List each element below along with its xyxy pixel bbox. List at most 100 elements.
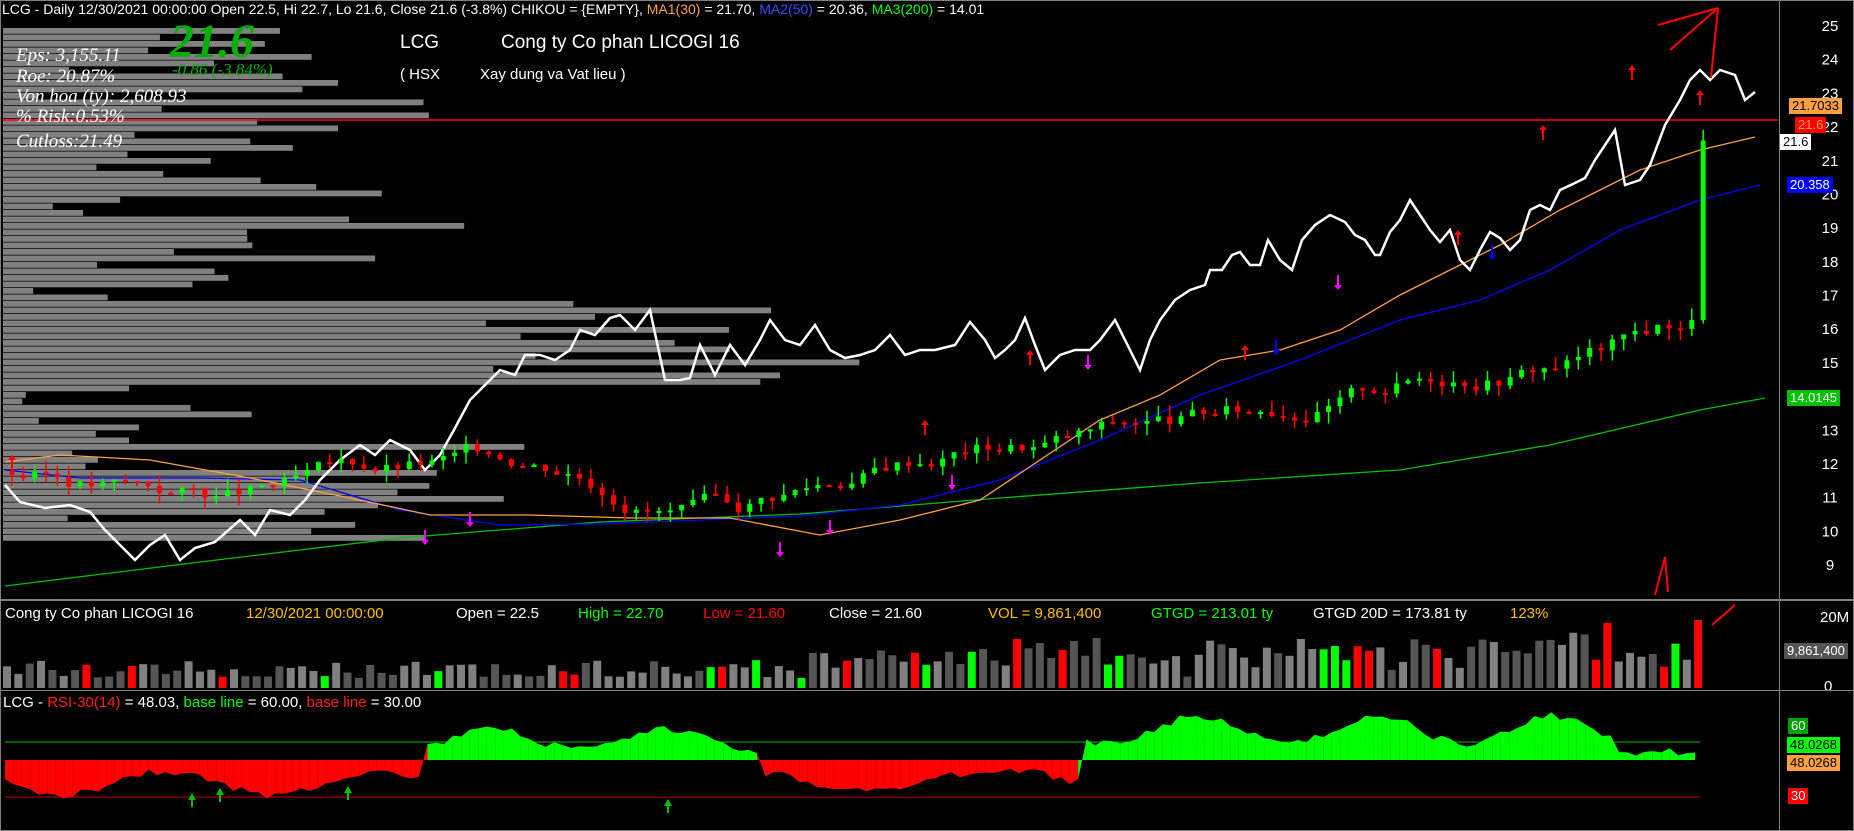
candle-body xyxy=(497,454,503,460)
candle-body xyxy=(1189,409,1195,417)
volume-profile-bar xyxy=(3,515,68,522)
volume-profile-bar xyxy=(3,158,211,164)
candle-body xyxy=(1621,334,1627,340)
candle-body xyxy=(1178,416,1184,424)
signal-arrow-head xyxy=(1334,285,1342,290)
signal-arrow-head xyxy=(1026,350,1034,355)
ma2-price-tag: 20.358 xyxy=(1787,177,1833,193)
risk-text: % Risk:0.53% xyxy=(16,106,125,127)
candle-body xyxy=(1121,422,1127,425)
volume-profile-bar xyxy=(3,249,174,255)
vol-close: Close = 21.60 xyxy=(829,605,922,622)
eps-text: Eps: 3,155.11 xyxy=(16,45,121,66)
candle-body xyxy=(781,494,787,501)
candle-body xyxy=(213,496,219,499)
candle-body xyxy=(735,502,741,512)
price-axis-tick: 18 xyxy=(1822,254,1839,271)
candle-body xyxy=(1507,377,1513,386)
candle-body xyxy=(32,471,38,479)
rsi-base1-value: = 60.00, xyxy=(243,694,307,711)
candle-body xyxy=(111,479,117,483)
candle-body xyxy=(1087,429,1093,432)
company-ticker: LCG xyxy=(400,32,440,53)
volume-profile-bar xyxy=(3,262,98,268)
close-price-tag-white: 21.6 xyxy=(1780,134,1812,150)
company-exchange: ( HSX xyxy=(400,66,441,83)
ma2-value: = 20.36, xyxy=(812,1,868,17)
annotation-arrow xyxy=(1710,7,1719,79)
candle-body xyxy=(1439,381,1445,387)
candle-body xyxy=(327,462,333,465)
ma2-label: MA2(50) xyxy=(759,1,813,17)
candle-body xyxy=(418,461,424,465)
signal-arrow-head xyxy=(466,522,474,527)
rsi-base1-label: base line xyxy=(183,694,244,711)
rsi-panel xyxy=(0,690,1780,831)
candle-body xyxy=(1360,388,1366,391)
candle-body xyxy=(1371,390,1377,393)
candle-body xyxy=(1246,411,1252,414)
rsi-prefix: LCG - xyxy=(3,694,48,711)
candle-body xyxy=(690,500,696,506)
volume-profile-bar xyxy=(3,210,84,216)
volume-profile-bar xyxy=(3,463,86,470)
candle-body xyxy=(1632,330,1638,335)
volume-profile-bar xyxy=(3,307,772,314)
candle-body xyxy=(1643,330,1649,334)
company-sector: Xay dung va Vat lieu ) xyxy=(480,66,626,83)
ma3-value: = 14.01 xyxy=(933,1,985,17)
candle-body xyxy=(1530,370,1536,373)
candle-body xyxy=(860,473,866,484)
signal-arrow-head xyxy=(1241,345,1249,350)
candle-body xyxy=(1553,368,1559,371)
candle-body xyxy=(1587,348,1593,357)
candle-body xyxy=(1541,368,1547,373)
candle-body xyxy=(372,468,378,472)
vol-open: Open = 22.5 xyxy=(456,605,539,622)
candle-body xyxy=(1394,383,1400,394)
volume-profile-bar xyxy=(3,171,164,177)
candle-body xyxy=(838,485,844,489)
signal-arrow-head xyxy=(776,552,784,557)
candle-body xyxy=(168,492,174,495)
price-axis-tick: 11 xyxy=(1822,490,1838,507)
volume-profile-bar xyxy=(3,255,376,262)
volume-profile-bar xyxy=(3,242,253,249)
signal-arrow-head xyxy=(1488,255,1496,260)
candle-body xyxy=(1450,382,1456,387)
volume-profile-bar xyxy=(3,268,215,275)
price-axis-tick: 15 xyxy=(1822,355,1839,372)
candle-body xyxy=(1519,370,1525,378)
candle-body xyxy=(1428,378,1434,382)
candle-body xyxy=(179,488,185,494)
rsi-30-tag: 30 xyxy=(1788,788,1809,804)
ma3-label: MA3(200) xyxy=(871,1,934,17)
candle-body xyxy=(622,504,628,513)
candle-body xyxy=(667,510,673,513)
volume-profile-bar xyxy=(3,301,574,307)
candle-body xyxy=(1575,356,1581,361)
candle-body xyxy=(452,452,458,456)
price-axis-tick: 10 xyxy=(1822,523,1839,540)
candle-body xyxy=(1235,406,1241,412)
volume-profile-bar xyxy=(3,294,108,301)
candle-body xyxy=(1655,324,1661,334)
candle-body xyxy=(9,470,15,475)
rsi-value: = 48.03, xyxy=(120,694,184,711)
candle-body xyxy=(1144,421,1150,424)
candle-body xyxy=(928,464,934,467)
candle-body xyxy=(1133,422,1139,425)
candle-body xyxy=(645,509,651,512)
price-axis-tick: 12 xyxy=(1822,456,1839,473)
candle-body xyxy=(236,489,242,495)
signal-arrow-head xyxy=(1454,230,1462,235)
volume-profile-bar xyxy=(3,522,356,528)
rsi-orange-tag: 48.0268 xyxy=(1787,755,1840,771)
volume-profile-bar xyxy=(3,327,730,333)
volume-profile-bar xyxy=(3,431,96,437)
signal-arrow-head xyxy=(1539,125,1547,130)
rsi-base2-value: = 30.00 xyxy=(366,694,422,711)
rsi-label: RSI-30(14) xyxy=(47,694,121,711)
candle-body xyxy=(1564,360,1570,369)
candle-body xyxy=(123,479,128,482)
